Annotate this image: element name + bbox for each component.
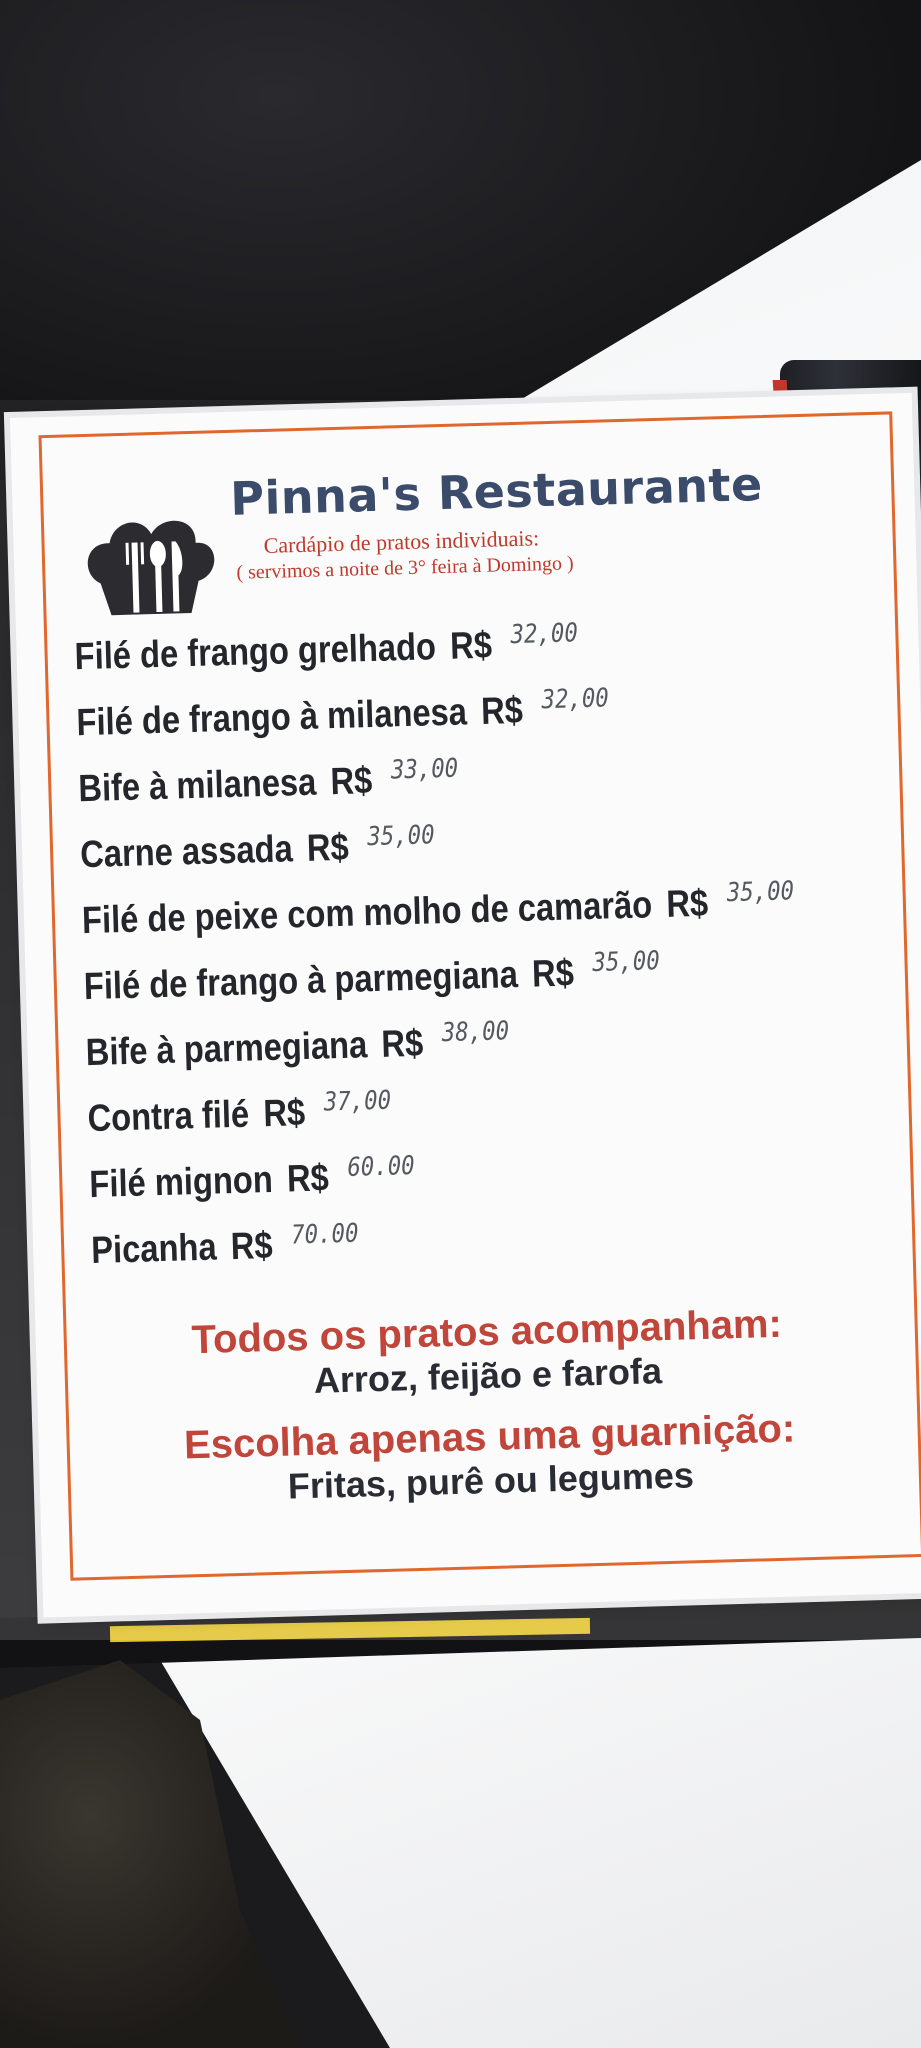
dish-price: 37,00 xyxy=(323,1085,392,1118)
menu-sheet: Pinna's Restaurante Cardápio de pratos i… xyxy=(10,392,921,1618)
dish-price: 32,00 xyxy=(510,618,579,651)
currency-label: R$ xyxy=(329,760,373,804)
currency-label: R$ xyxy=(230,1224,274,1269)
dish-price: 35,00 xyxy=(591,946,661,978)
currency-label: R$ xyxy=(665,882,709,926)
dish-name: Contra filé xyxy=(87,1093,250,1141)
dish-price: 35,00 xyxy=(366,820,436,853)
currency-label: R$ xyxy=(449,624,493,668)
dish-name: Bife à parmegiana xyxy=(85,1024,368,1075)
dish-price: 32,00 xyxy=(541,683,610,716)
dish-price: 38,00 xyxy=(441,1016,510,1049)
currency-label: R$ xyxy=(262,1092,306,1136)
accompaniments-section: Todos os pratos acompanham: Arroz, feijã… xyxy=(35,1297,921,1532)
dish-price: 60.00 xyxy=(346,1150,416,1183)
dish-name: Bife à milanesa xyxy=(77,761,317,811)
dish-name: Filé mignon xyxy=(88,1158,274,1207)
dish-name: Picanha xyxy=(90,1226,218,1273)
currency-label: R$ xyxy=(286,1157,330,1201)
dish-list: Filé de frango grelhado R$ 32,00 Filé de … xyxy=(74,613,921,1296)
dish-price: 70.00 xyxy=(290,1218,359,1251)
chef-hat-fork-spoon-knife-icon xyxy=(87,520,215,616)
dish-price: 33,00 xyxy=(390,753,459,786)
dish-price: 35,00 xyxy=(726,876,795,909)
dish-name: Filé de frango grelhado xyxy=(74,626,437,679)
dish-name: Carne assada xyxy=(79,828,294,877)
currency-label: R$ xyxy=(531,952,575,996)
currency-label: R$ xyxy=(306,826,350,870)
photo-scene: Pinna's Restaurante Cardápio de pratos i… xyxy=(0,0,921,2048)
currency-label: R$ xyxy=(480,689,524,733)
currency-label: R$ xyxy=(380,1022,424,1066)
